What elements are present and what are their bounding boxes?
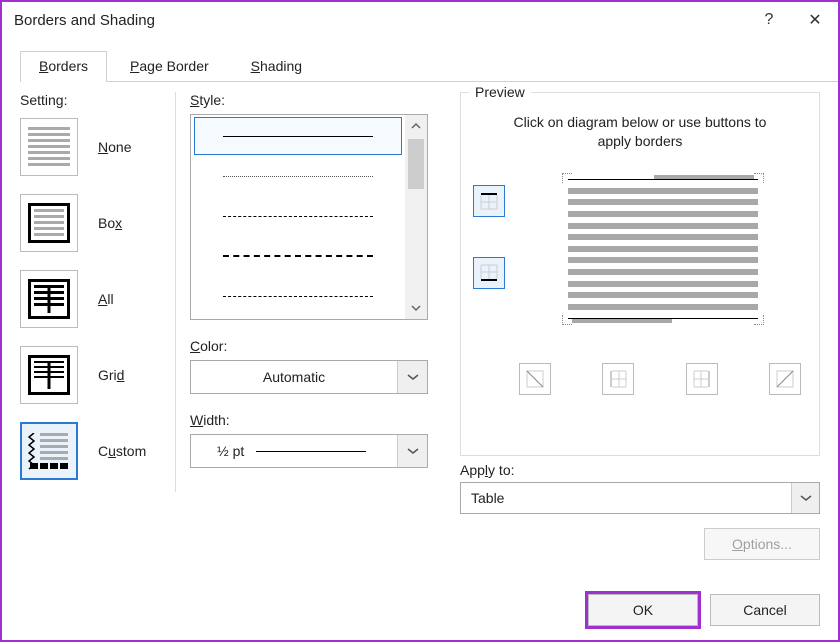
setting-none-preview — [20, 118, 78, 176]
border-diag-tl-toggle[interactable] — [519, 363, 551, 395]
ok-button[interactable]: OK — [588, 594, 698, 626]
border-right-icon — [692, 369, 712, 389]
titlebar: Borders and Shading ? ✕ — [2, 2, 838, 38]
border-right-toggle[interactable] — [686, 363, 718, 395]
setting-grid[interactable]: Grid — [20, 342, 180, 408]
border-top-toggle[interactable] — [473, 185, 505, 217]
style-listbox[interactable] — [190, 114, 428, 320]
setting-none[interactable]: None — [20, 114, 180, 180]
border-top-icon — [479, 191, 499, 211]
help-button[interactable]: ? — [746, 2, 792, 38]
chevron-down-icon[interactable] — [397, 361, 427, 393]
border-bottom-toggle[interactable] — [473, 257, 505, 289]
width-label: Width: — [190, 412, 450, 428]
settings-label: Setting: — [20, 92, 180, 108]
color-label: Color: — [190, 338, 450, 354]
setting-all-preview — [20, 270, 78, 328]
preview-diagram[interactable] — [519, 165, 807, 335]
color-dropdown[interactable]: Automatic — [190, 360, 428, 394]
style-scrollbar[interactable] — [405, 115, 427, 319]
chevron-down-icon[interactable] — [791, 483, 819, 513]
window-title: Borders and Shading — [14, 12, 746, 29]
preview-column: Preview Click on diagram below or use bu… — [450, 92, 820, 578]
border-bottom-icon — [479, 263, 499, 283]
tab-strip: Borders Page Border Shading — [20, 50, 838, 82]
divider — [175, 92, 176, 492]
options-button: Options... — [704, 528, 820, 560]
close-button[interactable]: ✕ — [792, 2, 838, 38]
apply-to-value: Table — [461, 490, 791, 506]
setting-custom-label: Custom — [98, 443, 146, 459]
style-dashed-short[interactable] — [191, 236, 405, 276]
apply-to-label: Apply to: — [460, 462, 820, 478]
style-solid[interactable] — [194, 117, 402, 155]
preview-side-buttons — [473, 165, 519, 289]
apply-to-row: Apply to: Table Options... — [460, 462, 820, 560]
preview-groupbox: Preview Click on diagram below or use bu… — [460, 92, 820, 456]
tab-shading[interactable]: Shading — [232, 51, 321, 82]
diagonal-down-icon — [525, 369, 545, 389]
style-items — [191, 115, 405, 319]
style-column: Style: Color: — [180, 92, 450, 578]
setting-box-preview — [20, 194, 78, 252]
setting-box-label: Box — [98, 215, 122, 231]
preview-legend: Preview — [469, 84, 531, 100]
border-left-toggle[interactable] — [602, 363, 634, 395]
dialog-body: Setting: None Box All — [2, 82, 838, 578]
preview-main — [473, 165, 807, 335]
apply-to-dropdown[interactable]: Table — [460, 482, 820, 514]
cancel-button[interactable]: Cancel — [710, 594, 820, 626]
settings-column: Setting: None Box All — [20, 92, 180, 578]
width-value: ½ pt — [217, 443, 244, 459]
color-value: Automatic — [191, 369, 397, 385]
preview-bottom-buttons — [473, 335, 807, 395]
scroll-down-icon[interactable] — [405, 297, 427, 319]
diagonal-up-icon — [775, 369, 795, 389]
style-dash-dot[interactable] — [191, 276, 405, 316]
border-diag-tr-toggle[interactable] — [769, 363, 801, 395]
border-left-icon — [608, 369, 628, 389]
width-value-wrap: ½ pt — [191, 443, 397, 459]
style-label: Style: — [190, 92, 450, 108]
dialog-footer: OK Cancel — [588, 594, 820, 626]
setting-all-label: All — [98, 291, 114, 307]
dialog-window: Borders and Shading ? ✕ Borders Page Bor… — [0, 0, 840, 642]
preview-hint: Click on diagram below or use buttons to… — [510, 113, 770, 151]
setting-grid-preview — [20, 346, 78, 404]
style-dotted-fine[interactable] — [191, 156, 405, 196]
setting-custom[interactable]: Custom — [20, 418, 180, 484]
tab-borders[interactable]: Borders — [20, 51, 107, 82]
scroll-up-icon[interactable] — [405, 115, 427, 137]
preview-doc — [568, 179, 758, 319]
setting-grid-label: Grid — [98, 367, 124, 383]
tab-page-border[interactable]: Page Border — [111, 51, 228, 82]
setting-custom-preview — [20, 422, 78, 480]
style-dashed[interactable] — [191, 196, 405, 236]
setting-all[interactable]: All — [20, 266, 180, 332]
width-dropdown[interactable]: ½ pt — [190, 434, 428, 468]
setting-box[interactable]: Box — [20, 190, 180, 256]
width-sample-line — [256, 451, 366, 452]
chevron-down-icon[interactable] — [397, 435, 427, 467]
scroll-thumb[interactable] — [408, 139, 424, 189]
setting-none-label: None — [98, 139, 131, 155]
